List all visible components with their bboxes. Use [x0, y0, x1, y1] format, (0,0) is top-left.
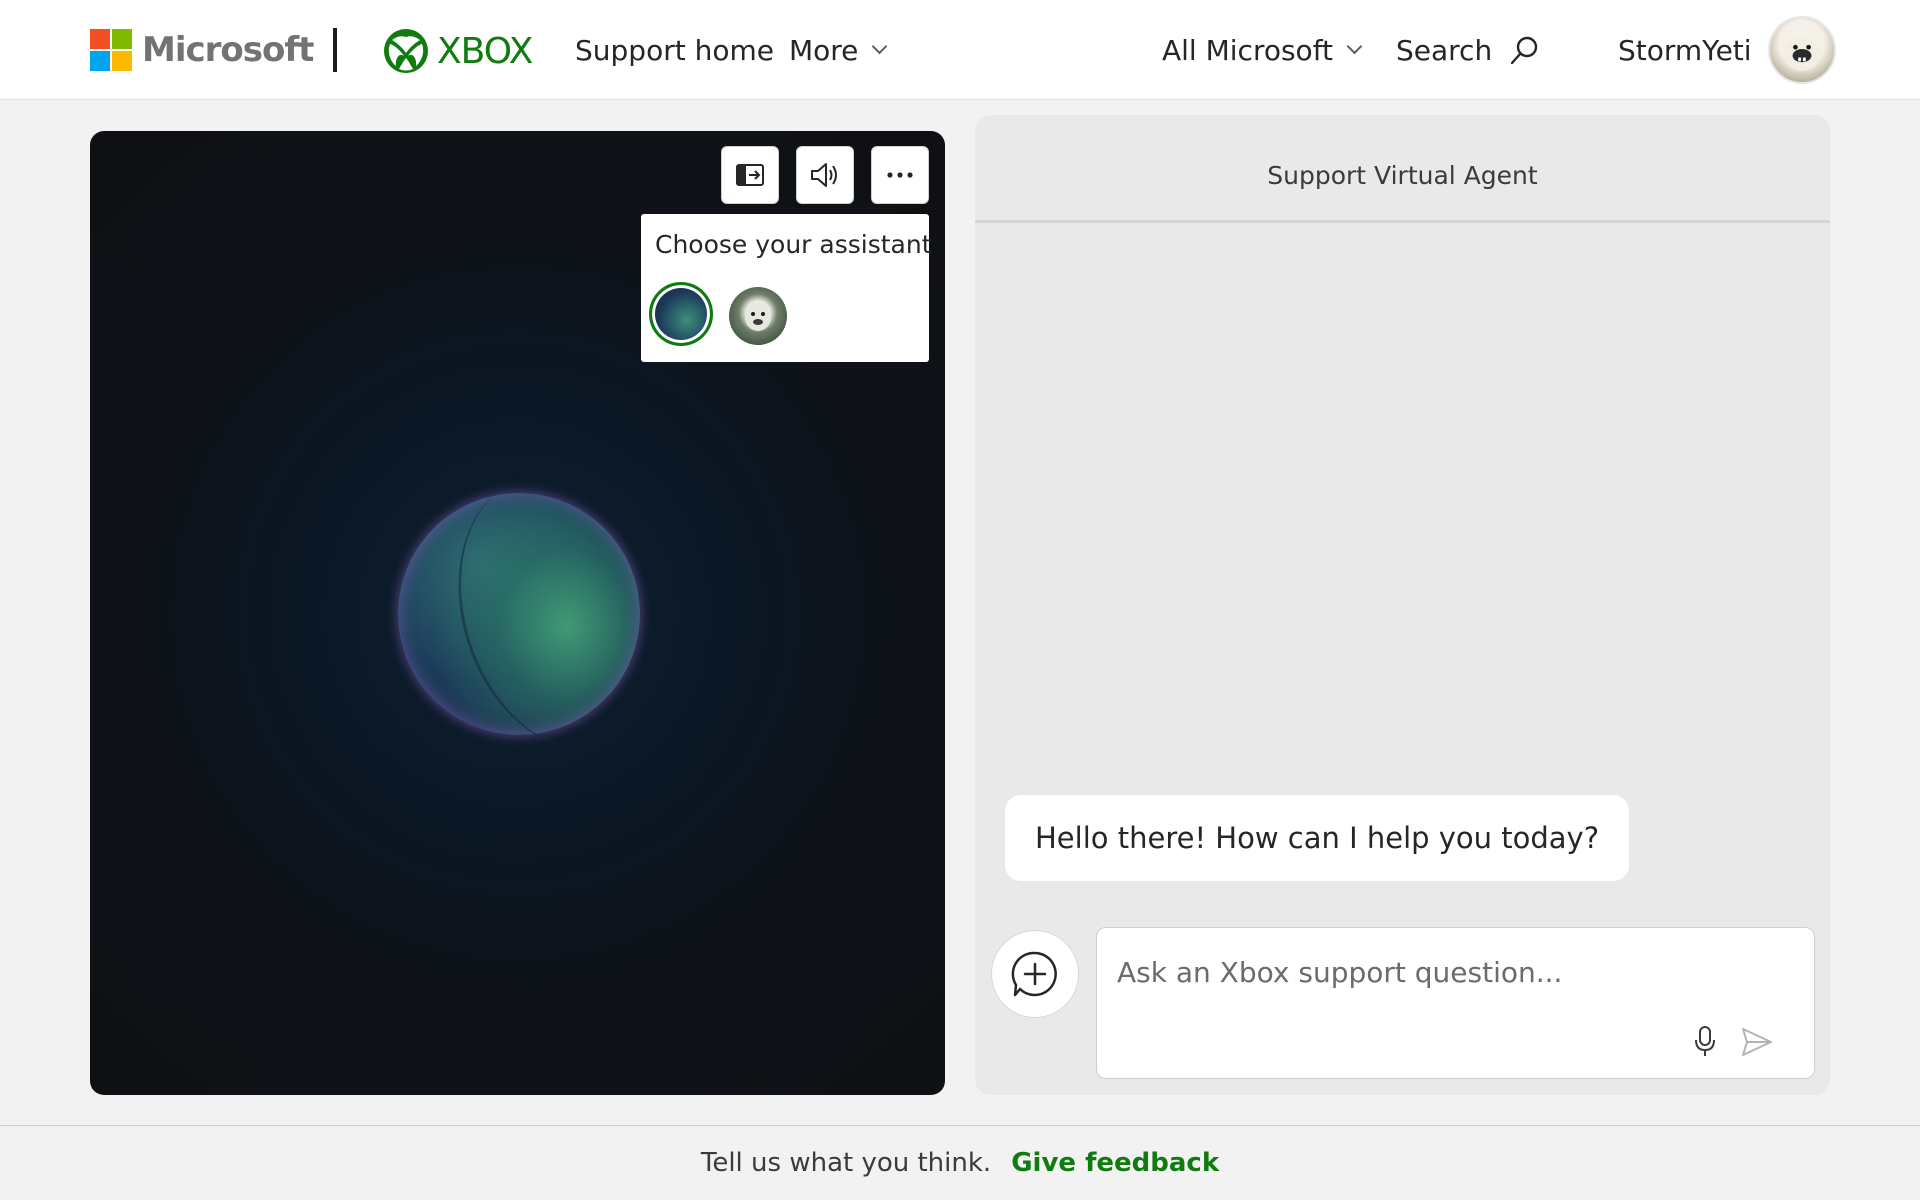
microsoft-logo-icon — [90, 29, 132, 71]
popover-title: Choose your assistant — [655, 230, 932, 259]
site-header: Microsoft XBOX Support home More All Mic… — [0, 0, 1920, 100]
choose-assistant-popover: Choose your assistant — [641, 214, 932, 362]
microsoft-wordmark: Microsoft — [142, 30, 314, 70]
search-icon — [1511, 36, 1538, 64]
agent-message-bubble: Hello there! How can I help you today? — [1005, 795, 1630, 881]
chevron-down-icon — [1346, 38, 1363, 55]
user-name[interactable]: StormYeti — [1618, 34, 1752, 67]
xbox-wordmark: XBOX — [437, 30, 533, 72]
send-button[interactable] — [1735, 1020, 1779, 1064]
question-input[interactable] — [1117, 950, 1777, 994]
search-button[interactable]: Search — [1396, 34, 1540, 67]
chat-header: Support Virtual Agent — [975, 115, 1830, 223]
assistant-orb-visual — [398, 448, 702, 778]
microphone-button[interactable] — [1685, 1020, 1725, 1064]
chevron-down-icon — [872, 38, 888, 55]
xbox-logo-link[interactable]: XBOX — [383, 28, 533, 74]
ellipsis-icon — [887, 172, 913, 178]
assistant-stage: Choose your assistant — [90, 131, 945, 1095]
microsoft-logo-link[interactable]: Microsoft — [90, 29, 314, 71]
give-feedback-link[interactable]: Give feedback — [1011, 1148, 1219, 1178]
feedback-footer: Tell us what you think. Give feedback — [0, 1125, 1920, 1200]
feedback-prompt: Tell us what you think. — [700, 1148, 992, 1178]
microphone-icon — [1695, 1026, 1715, 1056]
more-options-button[interactable] — [871, 146, 929, 204]
yeti-assistant-icon — [745, 303, 771, 331]
send-icon — [1742, 1028, 1772, 1056]
yeti-avatar-icon — [1783, 36, 1821, 71]
speaker-icon — [811, 163, 837, 187]
orb-swirl — [424, 448, 702, 778]
all-microsoft-menu[interactable]: All Microsoft — [1162, 34, 1363, 67]
orb-assistant-option[interactable] — [649, 282, 713, 346]
chat-title: Support Virtual Agent — [1267, 161, 1538, 190]
virtual-agent-chat: Support Virtual Agent Hello there! How c… — [975, 115, 1830, 1095]
yeti-assistant-option[interactable] — [729, 287, 787, 345]
all-microsoft-label: All Microsoft — [1162, 34, 1334, 67]
search-label: Search — [1396, 34, 1493, 67]
chat-add-icon — [1011, 951, 1057, 997]
more-menu-label: More — [789, 34, 859, 67]
question-input-box — [1096, 927, 1815, 1079]
support-home-link[interactable]: Support home — [575, 34, 774, 67]
move-to-sidebar-button[interactable] — [721, 146, 779, 204]
new-topic-button[interactable] — [991, 930, 1079, 1018]
xbox-sphere-icon — [384, 29, 428, 73]
header-divider — [333, 28, 337, 72]
panel-arrow-icon — [736, 164, 764, 186]
user-avatar[interactable] — [1768, 16, 1836, 84]
audio-toggle-button[interactable] — [796, 146, 854, 204]
more-menu[interactable]: More — [789, 34, 888, 67]
